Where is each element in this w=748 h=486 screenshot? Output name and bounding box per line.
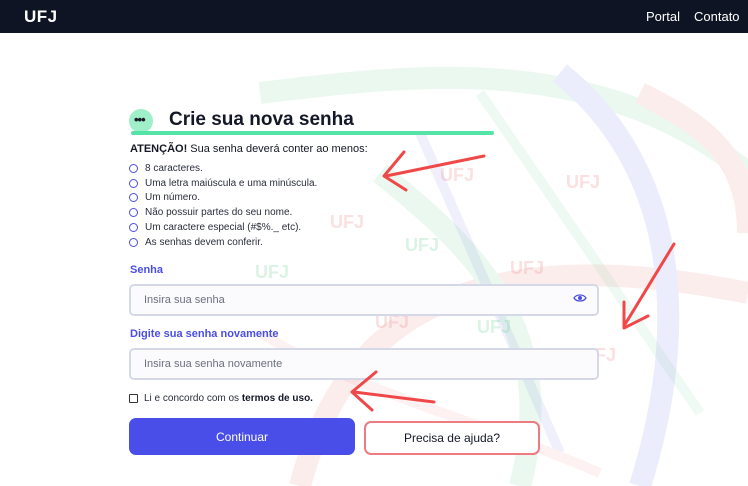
- password-dots-icon: •••: [129, 109, 153, 133]
- requirement-text: As senhas devem conferir.: [145, 236, 263, 248]
- terms-agreement: Li e concordo com os termos de uso.: [129, 393, 313, 404]
- nav-link-contato[interactable]: Contato: [694, 9, 740, 24]
- confirm-password-label: Digite sua senha novamente: [130, 328, 279, 340]
- page-title: Crie sua nova senha: [169, 109, 354, 130]
- requirement-text: Um número.: [145, 192, 201, 204]
- requirement-item: Uma letra maiúscula e uma minúscula.: [129, 176, 317, 191]
- requirement-text: Não possuir partes do seu nome.: [145, 207, 293, 219]
- password-dots-glyph: •••: [134, 112, 146, 127]
- password-requirements-list: 8 caracteres. Uma letra maiúscula e uma …: [129, 161, 317, 250]
- ufj-logo[interactable]: UFJ: [24, 7, 58, 27]
- requirement-status-icon: [129, 223, 138, 233]
- attention-message: ATENÇÃO! Sua senha deverá conter ao meno…: [130, 143, 368, 155]
- terms-checkbox[interactable]: [129, 394, 138, 403]
- attention-label: ATENÇÃO!: [130, 143, 188, 155]
- background-decoration: [257, 64, 748, 486]
- requirement-status-icon: [129, 208, 138, 218]
- requirement-item: Um número.: [129, 191, 317, 206]
- requirement-status-icon: [129, 237, 138, 247]
- terms-prefix-text: Li e concordo com os: [144, 393, 242, 404]
- requirement-text: 8 caracteres.: [145, 162, 203, 174]
- terms-of-use-link[interactable]: termos de uso.: [242, 393, 313, 404]
- requirement-text: Um caractere especial (#$%._ etc).: [145, 222, 302, 234]
- watermark-logo: UFJ: [405, 235, 440, 255]
- annotation-arrow: [622, 242, 676, 330]
- requirement-status-icon: [129, 178, 138, 188]
- requirement-item: As senhas devem conferir.: [129, 235, 317, 250]
- watermark-logo: UFJ: [477, 317, 512, 337]
- attention-text: Sua senha deverá conter ao menos:: [187, 143, 368, 155]
- confirm-password-input[interactable]: [129, 348, 599, 380]
- requirement-status-icon: [129, 163, 138, 173]
- requirement-item: Não possuir partes do seu nome.: [129, 205, 317, 220]
- watermark-logo: UFJ: [566, 172, 601, 192]
- watermark-logo: UFJ: [330, 212, 365, 232]
- password-input[interactable]: [129, 284, 599, 316]
- continue-button[interactable]: Continuar: [129, 418, 355, 455]
- help-button[interactable]: Precisa de ajuda?: [364, 421, 540, 455]
- top-navbar: UFJ Portal Contato: [0, 0, 748, 33]
- requirement-item: Um caractere especial (#$%._ etc).: [129, 220, 317, 235]
- watermark-logo: UFJ: [255, 262, 290, 282]
- password-label: Senha: [130, 264, 164, 276]
- title-underline: [131, 131, 494, 135]
- requirement-text: Uma letra maiúscula e uma minúscula.: [145, 177, 318, 189]
- watermark-logo: UFJ: [440, 165, 475, 185]
- nav-link-portal[interactable]: Portal: [646, 9, 680, 24]
- requirement-item: 8 caracteres.: [129, 161, 317, 176]
- watermark-logo: UFJ: [510, 258, 545, 278]
- requirement-status-icon: [129, 193, 138, 203]
- eye-icon[interactable]: [573, 293, 587, 303]
